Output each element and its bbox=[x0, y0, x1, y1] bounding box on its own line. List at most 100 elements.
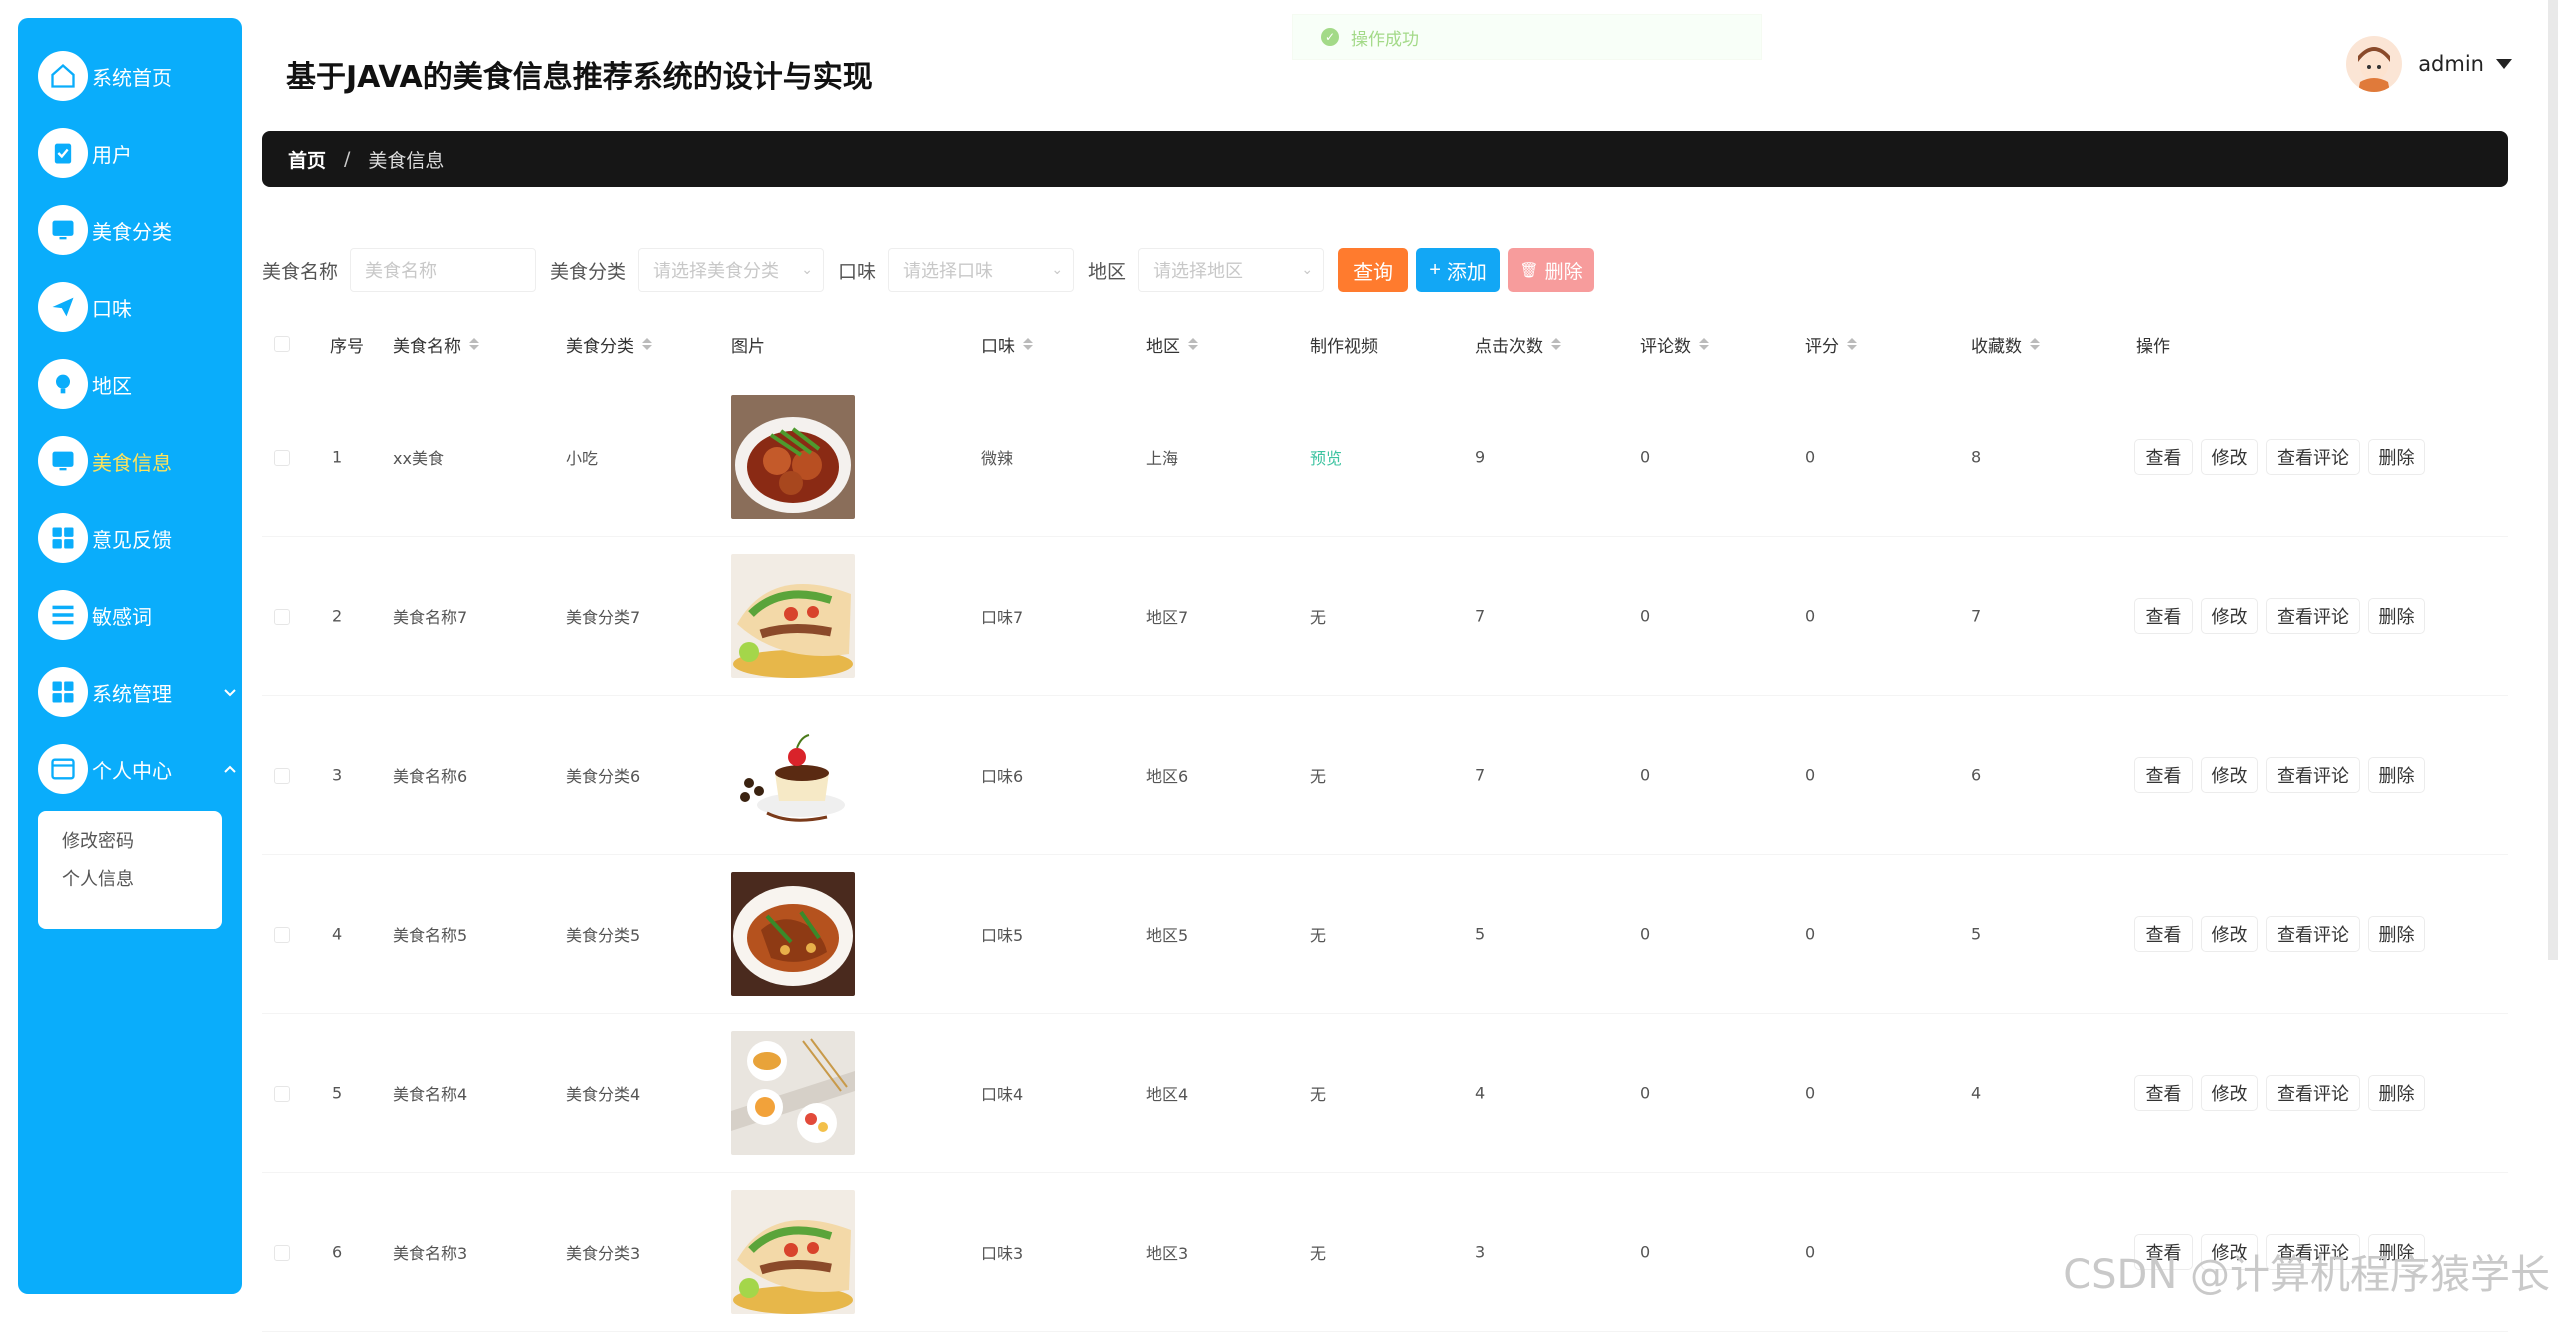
sidebar-item-feedback[interactable]: 意见反馈 bbox=[38, 510, 238, 566]
region-select[interactable]: 请选择地区⌄ bbox=[1138, 248, 1324, 292]
column-header-flavor[interactable]: 口味 bbox=[981, 318, 1033, 370]
column-header-comments[interactable]: 评论数 bbox=[1640, 318, 1709, 370]
breadcrumb-home[interactable]: 首页 bbox=[288, 146, 326, 173]
vertical-scrollbar[interactable] bbox=[2548, 0, 2558, 960]
cell-video: 无 bbox=[1310, 604, 1326, 628]
delete-row-button[interactable]: 删除 bbox=[2368, 1075, 2425, 1111]
view-button[interactable]: 查看 bbox=[2134, 439, 2193, 475]
view-comments-button[interactable]: 查看评论 bbox=[2266, 598, 2360, 634]
cell-no: 2 bbox=[332, 607, 342, 626]
edit-button[interactable]: 修改 bbox=[2201, 757, 2258, 793]
grid-icon bbox=[38, 667, 88, 717]
row-actions: 查看 修改 查看评论 删除 bbox=[2134, 598, 2433, 634]
sidebar-item-users[interactable]: 用户 bbox=[38, 125, 238, 181]
add-label: 添加 bbox=[1447, 256, 1487, 285]
column-header-favorites[interactable]: 收藏数 bbox=[1971, 318, 2040, 370]
view-button[interactable]: 查看 bbox=[2134, 1075, 2193, 1111]
cell-name: 美食名称7 bbox=[393, 604, 467, 628]
cell-video: 无 bbox=[1310, 1081, 1326, 1105]
submenu-personal-info[interactable]: 个人信息 bbox=[62, 863, 222, 901]
cell-no: 1 bbox=[332, 448, 342, 467]
page-title: 基于JAVA的美食信息推荐系统的设计与实现 bbox=[286, 52, 873, 96]
food-image[interactable] bbox=[731, 1190, 855, 1314]
submenu-change-password[interactable]: 修改密码 bbox=[62, 825, 222, 863]
cell-video: 无 bbox=[1310, 1240, 1326, 1264]
view-comments-button[interactable]: 查看评论 bbox=[2266, 1075, 2360, 1111]
sidebar-item-flavor[interactable]: 口味 bbox=[38, 279, 238, 335]
sort-icon[interactable] bbox=[1847, 337, 1857, 351]
column-header-category[interactable]: 美食分类 bbox=[566, 318, 652, 370]
edit-button[interactable]: 修改 bbox=[2201, 598, 2258, 634]
delete-button[interactable]: 🗑删除 bbox=[1508, 248, 1594, 292]
sort-icon[interactable] bbox=[469, 337, 479, 351]
row-checkbox[interactable] bbox=[274, 1245, 290, 1261]
sort-icon[interactable] bbox=[2030, 337, 2040, 351]
check-icon: ✓ bbox=[1321, 28, 1339, 46]
food-image[interactable] bbox=[731, 872, 855, 996]
edit-button[interactable]: 修改 bbox=[2201, 916, 2258, 952]
cell-comments: 0 bbox=[1640, 607, 1650, 626]
flavor-select[interactable]: 请选择口味⌄ bbox=[888, 248, 1074, 292]
plus-icon: + bbox=[1429, 259, 1441, 282]
sort-icon[interactable] bbox=[1551, 337, 1561, 351]
food-image[interactable] bbox=[731, 1031, 855, 1155]
category-placeholder: 请选择美食分类 bbox=[653, 257, 779, 283]
food-image[interactable] bbox=[731, 554, 855, 678]
cell-category: 美食分类6 bbox=[566, 763, 640, 787]
personal-center-submenu: 修改密码 个人信息 bbox=[38, 811, 222, 929]
delete-row-button[interactable]: 删除 bbox=[2368, 598, 2425, 634]
cell-rating: 0 bbox=[1805, 766, 1815, 785]
query-button[interactable]: 查询 bbox=[1338, 248, 1408, 292]
breadcrumb-current: 美食信息 bbox=[368, 146, 444, 173]
sidebar-item-sensitive-words[interactable]: 敏感词 bbox=[38, 587, 238, 643]
view-button[interactable]: 查看 bbox=[2134, 757, 2193, 793]
sort-icon[interactable] bbox=[1188, 337, 1198, 351]
row-checkbox[interactable] bbox=[274, 609, 290, 625]
sort-icon[interactable] bbox=[1699, 337, 1709, 351]
row-actions: 查看 修改 查看评论 删除 bbox=[2134, 1075, 2433, 1111]
add-button[interactable]: + 添加 bbox=[1416, 248, 1500, 292]
view-comments-button[interactable]: 查看评论 bbox=[2266, 439, 2360, 475]
sidebar-item-label: 用户 bbox=[92, 139, 132, 168]
select-all-checkbox[interactable] bbox=[274, 336, 290, 352]
column-header-actions: 操作 bbox=[2136, 318, 2170, 370]
flavor-placeholder: 请选择口味 bbox=[903, 257, 993, 283]
table-row: 5 美食名称4 美食分类4 口味4 地区4 无 4 0 0 4 查看 修改 查看… bbox=[262, 1014, 2508, 1173]
sidebar-item-home[interactable]: 系统首页 bbox=[38, 48, 238, 104]
sidebar-item-system-management[interactable]: 系统管理 bbox=[38, 664, 238, 720]
flavor-label: 口味 bbox=[838, 257, 876, 284]
edit-button[interactable]: 修改 bbox=[2201, 439, 2258, 475]
column-header-name[interactable]: 美食名称 bbox=[393, 318, 479, 370]
view-comments-button[interactable]: 查看评论 bbox=[2266, 757, 2360, 793]
view-button[interactable]: 查看 bbox=[2134, 916, 2193, 952]
sidebar-item-food-info[interactable]: 美食信息 bbox=[38, 433, 238, 489]
food-image[interactable] bbox=[731, 713, 855, 837]
sort-icon[interactable] bbox=[1023, 337, 1033, 351]
column-header-clicks[interactable]: 点击次数 bbox=[1475, 318, 1561, 370]
trash-icon: 🗑 bbox=[1520, 261, 1539, 279]
edit-button[interactable]: 修改 bbox=[2201, 1075, 2258, 1111]
view-button[interactable]: 查看 bbox=[2134, 598, 2193, 634]
sidebar-item-food-category[interactable]: 美食分类 bbox=[38, 202, 238, 258]
delete-row-button[interactable]: 删除 bbox=[2368, 916, 2425, 952]
delete-row-button[interactable]: 删除 bbox=[2368, 439, 2425, 475]
column-header-rating[interactable]: 评分 bbox=[1805, 318, 1857, 370]
row-checkbox[interactable] bbox=[274, 1086, 290, 1102]
column-header-region[interactable]: 地区 bbox=[1146, 318, 1198, 370]
sort-icon[interactable] bbox=[642, 337, 652, 351]
cell-clicks: 7 bbox=[1475, 766, 1485, 785]
row-checkbox[interactable] bbox=[274, 768, 290, 784]
cell-comments: 0 bbox=[1640, 1243, 1650, 1262]
row-checkbox[interactable] bbox=[274, 927, 290, 943]
user-menu[interactable]: admin bbox=[2346, 36, 2512, 92]
category-select[interactable]: 请选择美食分类⌄ bbox=[638, 248, 824, 292]
food-image[interactable] bbox=[731, 395, 855, 519]
delete-row-button[interactable]: 删除 bbox=[2368, 757, 2425, 793]
row-checkbox[interactable] bbox=[274, 450, 290, 466]
video-preview-link[interactable]: 预览 bbox=[1310, 445, 1342, 469]
sidebar-item-region[interactable]: 地区 bbox=[38, 356, 238, 412]
food-name-input[interactable]: 美食名称 bbox=[350, 248, 536, 292]
cell-flavor: 口味6 bbox=[981, 763, 1023, 787]
view-comments-button[interactable]: 查看评论 bbox=[2266, 916, 2360, 952]
sidebar-item-personal-center[interactable]: 个人中心 bbox=[38, 741, 238, 797]
